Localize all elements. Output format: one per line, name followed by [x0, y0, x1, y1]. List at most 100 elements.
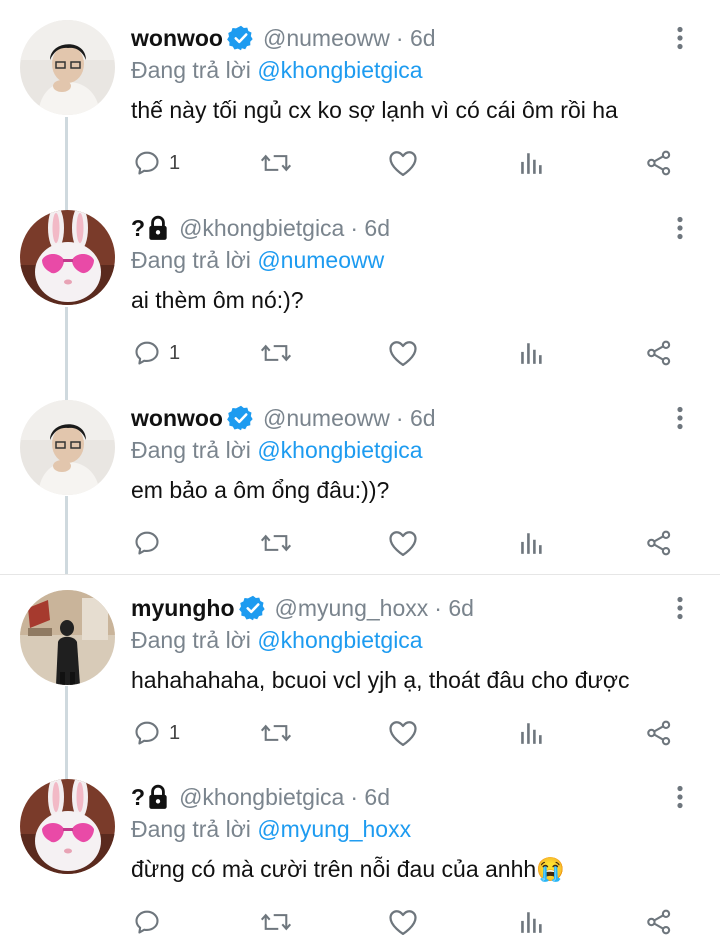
handle[interactable]: @myung_hoxx: [275, 595, 429, 622]
like-button[interactable]: [388, 143, 418, 183]
analytics-button[interactable]: [519, 143, 545, 183]
mention-link[interactable]: @khongbietgica: [257, 437, 422, 463]
reply-button[interactable]: 1: [133, 333, 180, 373]
reply-context: Đang trả lời @khongbietgica: [131, 627, 423, 654]
more-options-icon[interactable]: [670, 403, 690, 433]
timestamp[interactable]: · 6d: [350, 215, 390, 242]
more-options-icon[interactable]: [670, 782, 690, 812]
handle[interactable]: @khongbietgica: [179, 784, 344, 811]
tweet[interactable]: wonwoo @numeoww · 6d Đang trả lời @khong…: [0, 0, 720, 190]
lock-icon: [147, 215, 169, 241]
reply-icon: [135, 531, 159, 555]
heart-icon: [389, 910, 417, 935]
tweet[interactable]: ? @khongbietgica · 6d Đang trả lời @nume…: [0, 190, 720, 380]
avatar-myungho[interactable]: [20, 590, 115, 685]
analytics-icon: [521, 343, 542, 364]
avatar-khongbietgica[interactable]: [20, 779, 115, 874]
reply-icon: [135, 910, 159, 934]
share-button[interactable]: [645, 713, 673, 753]
reply-context: Đang trả lời @myung_hoxx: [131, 816, 411, 843]
display-name[interactable]: myungho: [131, 595, 235, 622]
analytics-icon: [521, 153, 542, 174]
tweet-text: ai thèm ôm nó:)?: [131, 287, 304, 313]
retweet-button[interactable]: [260, 523, 292, 563]
action-bar: 1: [0, 143, 720, 183]
tweet-header: myungho @myung_hoxx · 6d: [131, 591, 474, 625]
reply-prefix: Đang trả lời: [131, 627, 251, 653]
timestamp[interactable]: · 6d: [396, 405, 436, 432]
mention-link[interactable]: @khongbietgica: [257, 627, 422, 653]
like-button[interactable]: [388, 713, 418, 753]
analytics-button[interactable]: [519, 333, 545, 373]
handle[interactable]: @numeoww: [263, 405, 390, 432]
more-options-icon[interactable]: [670, 593, 690, 623]
action-bar: [0, 902, 720, 942]
share-icon: [647, 150, 671, 176]
retweet-icon: [260, 344, 292, 362]
display-name[interactable]: wonwoo: [131, 405, 223, 432]
mention-link[interactable]: @khongbietgica: [257, 57, 422, 83]
retweet-button[interactable]: [260, 713, 292, 753]
retweet-button[interactable]: [260, 333, 292, 373]
reply-button[interactable]: [133, 523, 169, 563]
reply-context: Đang trả lời @numeoww: [131, 247, 384, 274]
analytics-button[interactable]: [519, 902, 545, 942]
tweet[interactable]: wonwoo @numeoww · 6d Đang trả lời @khong…: [0, 380, 720, 574]
mention-link[interactable]: @numeoww: [257, 247, 384, 273]
reply-prefix: Đang trả lời: [131, 816, 251, 842]
handle[interactable]: @khongbietgica: [179, 215, 344, 242]
reply-icon: [135, 721, 159, 745]
display-name[interactable]: ?: [131, 215, 145, 242]
share-icon: [647, 909, 671, 935]
reply-count: 1: [169, 721, 181, 744]
handle[interactable]: @numeoww: [263, 25, 390, 52]
tweet-text: hahahahaha, bcuoi vcl yjh ạ, thoát đâu c…: [131, 667, 630, 693]
avatar-khongbietgica[interactable]: [20, 210, 115, 305]
verified-badge-icon: [238, 594, 267, 622]
reply-button[interactable]: 1: [133, 143, 180, 183]
share-button[interactable]: [645, 523, 673, 563]
tweet-header: wonwoo @numeoww · 6d: [131, 21, 436, 55]
avatar-wonwoo[interactable]: [20, 20, 115, 115]
mention-link[interactable]: @myung_hoxx: [257, 816, 411, 842]
tweet-header: wonwoo @numeoww · 6d: [131, 401, 436, 435]
retweet-icon: [260, 724, 292, 742]
more-options-icon[interactable]: [670, 23, 690, 53]
display-name[interactable]: wonwoo: [131, 25, 223, 52]
tweet[interactable]: myungho @myung_hoxx · 6d Đang trả lời @k…: [0, 570, 720, 760]
avatar-wonwoo[interactable]: [20, 400, 115, 495]
share-button[interactable]: [645, 333, 673, 373]
analytics-button[interactable]: [519, 713, 545, 753]
like-button[interactable]: [388, 902, 418, 942]
reply-button[interactable]: [133, 902, 169, 942]
heart-icon: [389, 721, 417, 746]
reply-button[interactable]: 1: [133, 713, 180, 753]
reply-icon: [135, 341, 159, 365]
heart-icon: [389, 531, 417, 556]
like-button[interactable]: [388, 333, 418, 373]
retweet-icon: [260, 534, 292, 552]
timestamp[interactable]: · 6d: [350, 784, 390, 811]
more-options-icon[interactable]: [670, 213, 690, 243]
timestamp[interactable]: · 6d: [434, 595, 474, 622]
tweet[interactable]: ? @khongbietgica · 6d Đang trả lời @myun…: [0, 759, 720, 951]
analytics-icon: [521, 533, 542, 554]
reply-prefix: Đang trả lời: [131, 437, 251, 463]
retweet-button[interactable]: [260, 143, 292, 183]
analytics-icon: [521, 912, 542, 933]
timestamp[interactable]: · 6d: [396, 25, 436, 52]
reply-icon: [135, 151, 159, 175]
action-bar: 1: [0, 713, 720, 753]
analytics-button[interactable]: [519, 523, 545, 563]
like-button[interactable]: [388, 523, 418, 563]
retweet-icon: [260, 913, 292, 931]
tweet-text: thế này tối ngủ cx ko sợ lạnh vì có cái …: [131, 97, 618, 123]
retweet-button[interactable]: [260, 902, 292, 942]
tweet-text: đừng có mà cười trên nỗi đau của anhh😭: [131, 856, 565, 882]
share-button[interactable]: [645, 902, 673, 942]
reply-prefix: Đang trả lời: [131, 247, 251, 273]
share-button[interactable]: [645, 143, 673, 183]
reply-count: 1: [169, 341, 181, 364]
display-name[interactable]: ?: [131, 784, 145, 811]
tweet-header: ? @khongbietgica · 6d: [131, 780, 390, 814]
